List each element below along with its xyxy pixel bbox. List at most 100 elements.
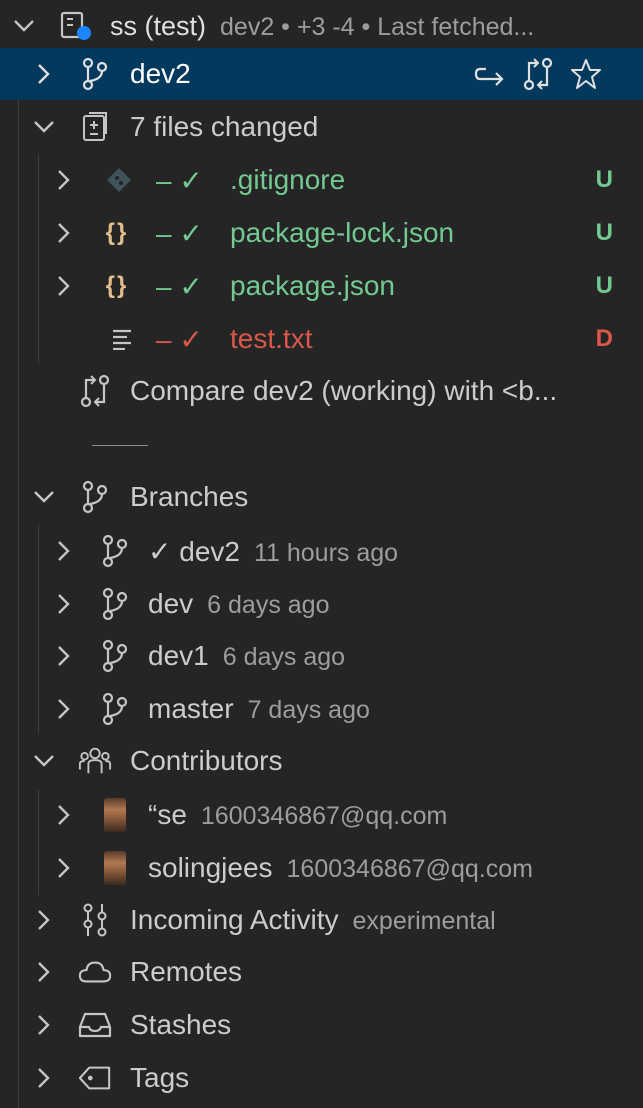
contributors-row[interactable]: Contributors (0, 735, 643, 787)
git-file-icon (102, 163, 136, 197)
changed-file-row[interactable]: – ✓ test.txt D (0, 313, 643, 365)
repo-description: dev2 • +3 -4 • Last fetched... (220, 12, 535, 41)
chevron-right-icon[interactable] (50, 642, 78, 670)
branch-item[interactable]: dev1 6 days ago (0, 630, 643, 682)
tag-icon (78, 1061, 112, 1095)
file-name: test.txt (230, 323, 313, 354)
chevron-down-icon[interactable] (30, 483, 58, 511)
chevron-right-icon[interactable] (30, 1064, 58, 1092)
switch-branch-icon[interactable] (473, 57, 507, 91)
chevron-right-icon[interactable] (50, 166, 78, 194)
file-status-deleted: D (595, 325, 613, 352)
repository-row[interactable]: ss (test) dev2 • +3 -4 • Last fetched... (0, 0, 643, 52)
contributor-email: 1600346867@qq.com (200, 802, 448, 830)
changed-file-row[interactable]: – ✓ .gitignore U (0, 154, 643, 206)
branch-actions (473, 57, 603, 91)
stashes-row[interactable]: Stashes (0, 999, 643, 1051)
file-name: .gitignore (230, 164, 346, 195)
contributor-item[interactable]: “se 1600346867@qq.com (0, 789, 643, 841)
git-branch-icon (98, 639, 132, 673)
chevron-right-icon[interactable] (30, 1011, 58, 1039)
branch-name: ✓ dev2 (148, 535, 240, 567)
chevron-right-icon[interactable] (50, 854, 78, 882)
chevron-right-icon[interactable] (30, 906, 58, 934)
changed-file-row[interactable]: {} – ✓ package-lock.json U (0, 207, 643, 259)
tags-label: Tags (130, 1062, 190, 1093)
files-changed-label: 7 files changed (130, 111, 319, 142)
avatar (98, 851, 132, 885)
incoming-activity-row[interactable]: Incoming Activity experimental (0, 894, 643, 946)
file-status-untracked: U (595, 219, 613, 246)
file-markers: – ✓ (156, 323, 203, 355)
chevron-right-icon[interactable] (50, 801, 78, 829)
contributor-name: “se (148, 799, 187, 830)
file-markers: – ✓ (156, 164, 203, 196)
git-branch-icon (78, 480, 112, 514)
people-icon (78, 744, 112, 778)
file-status-untracked: U (595, 166, 613, 193)
star-icon[interactable] (569, 57, 603, 91)
tags-row[interactable]: Tags (0, 1052, 643, 1104)
contributor-label: “se 1600346867@qq.com (148, 799, 447, 831)
inbox-icon (78, 1008, 112, 1042)
branch-label: ✓ dev2 11 hours ago (148, 535, 398, 568)
chevron-down-icon[interactable] (10, 12, 38, 40)
branch-name: dev (148, 588, 194, 619)
gitlens-repositories-tree: ss (test) dev2 • +3 -4 • Last fetched...… (0, 0, 643, 1108)
chevron-right-icon[interactable] (30, 60, 58, 88)
chevron-right-icon[interactable] (50, 537, 78, 565)
files-changed-row[interactable]: 7 files changed (0, 101, 643, 153)
current-branch-row[interactable]: dev2 (0, 48, 643, 100)
branches-label: Branches (130, 481, 249, 512)
branch-label: dev1 6 days ago (148, 640, 345, 672)
chevron-down-icon[interactable] (30, 747, 58, 775)
git-branch-icon (78, 57, 112, 91)
file-status-untracked: U (595, 272, 613, 299)
branch-item[interactable]: master 7 days ago (0, 683, 643, 735)
chevron-right-icon[interactable] (50, 272, 78, 300)
json-file-icon: {} (105, 219, 129, 246)
chevron-right-icon[interactable] (50, 590, 78, 618)
git-branch-icon (98, 534, 132, 568)
chevron-right-icon[interactable] (50, 219, 78, 247)
remotes-label: Remotes (130, 956, 243, 987)
repo-name: ss (test) (110, 10, 207, 41)
branch-label: master 7 days ago (148, 693, 370, 725)
branch-name: master (148, 693, 234, 724)
branch-age: 7 days ago (247, 696, 370, 724)
contributor-label: solingjees 1600346867@qq.com (148, 852, 533, 884)
repo-icon (58, 9, 92, 43)
branch-item[interactable]: dev 6 days ago (0, 578, 643, 630)
compare-row[interactable]: Compare dev2 (working) with <b... (0, 365, 643, 417)
contributors-label: Contributors (130, 745, 283, 776)
branch-item[interactable]: ✓ dev2 11 hours ago (0, 525, 643, 577)
incoming-activity-label: Incoming Activity experimental (130, 904, 496, 936)
contributor-item[interactable]: solingjees 1600346867@qq.com (0, 842, 643, 894)
current-branch-label: dev2 (130, 58, 191, 89)
compare-icon (78, 374, 112, 408)
chevron-right-icon[interactable] (50, 695, 78, 723)
text-file-icon (106, 322, 140, 356)
branches-row[interactable]: Branches (0, 471, 643, 523)
chevron-right-icon[interactable] (30, 958, 58, 986)
branch-label: dev 6 days ago (148, 588, 329, 620)
branch-name: dev1 (148, 640, 209, 671)
file-name: package-lock.json (230, 217, 455, 248)
git-branch-icon (98, 692, 132, 726)
compare-label: Compare dev2 (working) with <b... (130, 375, 558, 406)
contributor-email: 1600346867@qq.com (286, 855, 533, 883)
repo-label: ss (test) dev2 • +3 -4 • Last fetched... (110, 11, 534, 42)
json-file-icon: {} (105, 272, 129, 299)
branch-age: 6 days ago (207, 591, 330, 619)
file-markers: – ✓ (156, 217, 203, 249)
remotes-row[interactable]: Remotes (0, 946, 643, 998)
chevron-down-icon[interactable] (30, 113, 58, 141)
compare-icon[interactable] (521, 57, 555, 91)
changed-file-row[interactable]: {} – ✓ package.json U (0, 260, 643, 312)
file-markers: – ✓ (156, 270, 203, 302)
incoming-activity-icon (78, 903, 112, 937)
stashes-label: Stashes (130, 1009, 232, 1040)
incoming-activity-tag: experimental (352, 907, 496, 935)
diff-files-icon (78, 110, 112, 144)
git-branch-icon (98, 587, 132, 621)
